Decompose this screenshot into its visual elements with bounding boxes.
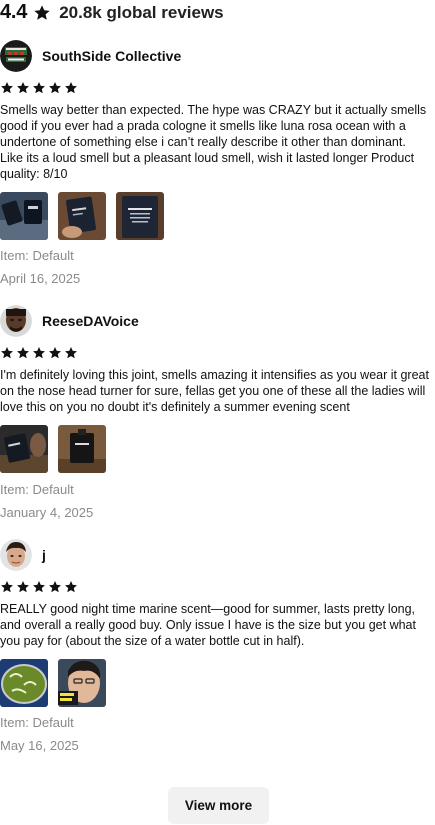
reviewer: j bbox=[0, 539, 46, 571]
review-text: Smells way better than expected. The hyp… bbox=[0, 103, 427, 181]
star-icon bbox=[33, 347, 45, 359]
star-rating bbox=[0, 346, 78, 360]
review-photos bbox=[0, 659, 106, 707]
view-more-button[interactable]: View more bbox=[168, 787, 269, 824]
star-icon bbox=[65, 347, 77, 359]
review-item-variant: Item: Default bbox=[0, 482, 74, 497]
star-icon bbox=[1, 581, 13, 593]
star-icon bbox=[34, 4, 50, 20]
review-photos bbox=[0, 192, 164, 240]
average-rating: 4.4 bbox=[0, 1, 28, 23]
star-icon bbox=[1, 82, 13, 94]
avatar[interactable] bbox=[0, 539, 32, 571]
review-photos bbox=[0, 425, 106, 473]
star-icon bbox=[17, 82, 29, 94]
review-item-variant: Item: Default bbox=[0, 248, 74, 263]
review-photo[interactable] bbox=[58, 192, 106, 240]
star-icon bbox=[17, 581, 29, 593]
reviewer-name[interactable]: ReeseDAVoice bbox=[42, 313, 139, 329]
review-photo[interactable] bbox=[58, 659, 106, 707]
review-photo[interactable] bbox=[0, 192, 48, 240]
star-icon bbox=[65, 82, 77, 94]
reviewer-name[interactable]: j bbox=[42, 547, 46, 563]
avatar[interactable] bbox=[0, 305, 32, 337]
star-rating bbox=[0, 81, 78, 95]
rating-summary: 4.4 20.8k global reviews bbox=[0, 0, 224, 25]
review-date: April 16, 2025 bbox=[0, 271, 81, 286]
review-date: January 4, 2025 bbox=[0, 505, 94, 520]
star-rating bbox=[0, 580, 78, 594]
star-icon bbox=[49, 347, 61, 359]
star-icon bbox=[33, 82, 45, 94]
review-photo[interactable] bbox=[0, 425, 48, 473]
reviewer-name[interactable]: SouthSide Collective bbox=[42, 48, 181, 64]
star-icon bbox=[17, 347, 29, 359]
review-item-variant: Item: Default bbox=[0, 715, 74, 730]
review-photo[interactable] bbox=[58, 425, 106, 473]
star-icon bbox=[49, 82, 61, 94]
review-text: I'm definitely loving this joint, smells… bbox=[0, 368, 429, 414]
review-text: REALLY good night time marine scent—good… bbox=[0, 602, 416, 648]
star-icon bbox=[65, 581, 77, 593]
avatar[interactable] bbox=[0, 40, 32, 72]
review-date: May 16, 2025 bbox=[0, 738, 79, 753]
review-count: 20.8k global reviews bbox=[59, 2, 224, 22]
reviewer: SouthSide Collective bbox=[0, 40, 181, 72]
review-photo[interactable] bbox=[0, 659, 48, 707]
star-icon bbox=[33, 581, 45, 593]
star-icon bbox=[1, 347, 13, 359]
reviewer: ReeseDAVoice bbox=[0, 305, 139, 337]
star-icon bbox=[49, 581, 61, 593]
review-photo[interactable] bbox=[116, 192, 164, 240]
